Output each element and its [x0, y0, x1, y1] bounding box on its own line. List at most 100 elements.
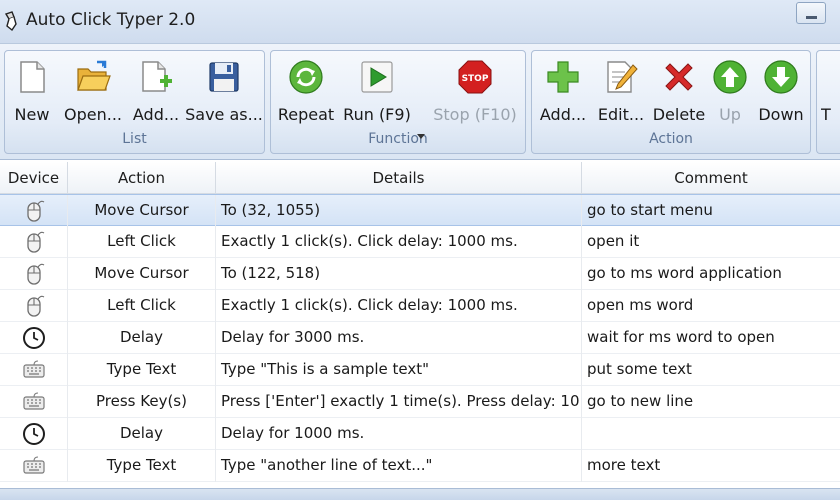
table-header: Device Action Details Comment [0, 162, 840, 194]
stop-sign-icon: STOP [458, 60, 492, 94]
device-cell [0, 354, 68, 386]
details-cell: Delay for 3000 ms. [216, 322, 582, 354]
arrow-up-icon [713, 60, 747, 94]
details-cell: Type "This is a sample text" [216, 354, 582, 386]
table-row[interactable]: Move Cursor To (122, 518) go to ms word … [0, 258, 840, 290]
save-as-button[interactable]: Save as... [185, 51, 263, 133]
table-row[interactable]: Type Text Type "another line of text..."… [0, 450, 840, 482]
mouse-icon [27, 263, 45, 285]
device-cell [0, 290, 68, 322]
device-cell [0, 322, 68, 354]
details-cell: Exactly 1 click(s). Click delay: 1000 ms… [216, 290, 582, 322]
open-folder-icon [77, 60, 111, 91]
run-button[interactable]: Run (F9) [341, 51, 413, 133]
details-cell: Delay for 1000 ms. [216, 418, 582, 450]
add-file-icon [142, 61, 172, 92]
new-file-icon [20, 61, 45, 93]
up-button[interactable]: Up [710, 51, 750, 133]
device-cell [0, 258, 68, 290]
svg-text:STOP: STOP [462, 74, 489, 84]
action-cell: Delay [68, 322, 216, 354]
device-cell [0, 418, 68, 450]
action-cell: Left Click [68, 290, 216, 322]
plus-icon [547, 61, 579, 93]
column-header-comment[interactable]: Comment [582, 162, 840, 194]
mouse-icon [27, 231, 45, 253]
details-cell: Press ['Enter'] exactly 1 time(s). Press… [216, 386, 582, 418]
stop-button[interactable]: STOP Stop (F10) [431, 51, 519, 133]
action-cell: Move Cursor [68, 195, 216, 227]
action-cell: Type Text [68, 354, 216, 386]
ribbon-toolbar: New Open... Add... Save as... List Repea… [0, 44, 840, 160]
table-row[interactable]: Delay Delay for 1000 ms. [0, 418, 840, 450]
window-title: Auto Click Typer 2.0 [26, 10, 196, 30]
partial-button[interactable]: T [821, 51, 840, 133]
device-cell [0, 450, 68, 482]
ribbon-group-partial: T [816, 50, 840, 154]
edit-action-button[interactable]: Edit... [594, 51, 648, 133]
run-dropdown-arrow[interactable] [417, 134, 425, 139]
group-label-function: Function [368, 131, 428, 147]
clock-icon [23, 423, 45, 445]
comment-cell: open it [587, 232, 640, 250]
delete-action-button[interactable]: Delete [650, 51, 708, 133]
group-label-list: List [122, 131, 147, 147]
app-icon [4, 11, 17, 32]
action-cell: Move Cursor [68, 258, 216, 290]
new-button[interactable]: New [7, 51, 57, 133]
column-header-action[interactable]: Action [68, 162, 216, 194]
add-list-button[interactable]: Add... [129, 51, 183, 133]
details-cell: Type "another line of text..." [216, 450, 582, 482]
details-cell: To (32, 1055) [216, 195, 582, 227]
details-cell: To (122, 518) [216, 258, 582, 290]
table-row[interactable]: Delay Delay for 3000 ms. wait for ms wor… [0, 322, 840, 354]
column-header-details[interactable]: Details [216, 162, 582, 194]
repeat-button[interactable]: Repeat [273, 51, 339, 133]
comment-cell: go to start menu [587, 201, 713, 219]
comment-cell: go to ms word application [587, 264, 782, 282]
comment-cell: put some text [587, 360, 692, 378]
group-label-action: Action [649, 131, 693, 147]
minimize-button[interactable] [796, 2, 826, 24]
ribbon-group-list: New Open... Add... Save as... List [4, 50, 265, 154]
column-header-device[interactable]: Device [0, 162, 68, 194]
device-cell [0, 386, 68, 418]
device-cell [0, 195, 68, 227]
table-row[interactable]: Left Click Exactly 1 click(s). Click del… [0, 290, 840, 322]
action-table: Device Action Details Comment Move Curso… [0, 162, 840, 488]
down-button[interactable]: Down [754, 51, 808, 133]
clock-icon [23, 327, 45, 349]
action-cell: Type Text [68, 450, 216, 482]
action-cell: Delay [68, 418, 216, 450]
ribbon-group-action: Add... Edit... Delete Up Down Action [531, 50, 811, 154]
action-cell: Left Click [68, 226, 216, 258]
mouse-icon [27, 295, 45, 317]
title-bar: Auto Click Typer 2.0 [0, 0, 840, 44]
table-row[interactable]: Press Key(s) Press ['Enter'] exactly 1 t… [0, 386, 840, 418]
add-action-button[interactable]: Add... [534, 51, 592, 133]
keyboard-icon [23, 392, 45, 410]
comment-cell: go to new line [587, 392, 694, 410]
arrow-down-icon [764, 60, 798, 94]
keyboard-icon [23, 360, 45, 378]
open-button[interactable]: Open... [60, 51, 126, 133]
action-cell: Press Key(s) [68, 386, 216, 418]
comment-cell: wait for ms word to open [587, 328, 775, 346]
table-row[interactable]: Left Click Exactly 1 click(s). Click del… [0, 226, 840, 258]
table-row[interactable]: Type Text Type "This is a sample text" p… [0, 354, 840, 386]
ribbon-group-function: Repeat Run (F9) STOP Stop (F10) Function [270, 50, 526, 154]
status-strip [0, 488, 840, 500]
device-cell [0, 226, 68, 258]
mouse-icon [27, 200, 45, 222]
floppy-disk-icon [209, 62, 239, 92]
repeat-icon [289, 60, 323, 94]
comment-cell: open ms word [587, 296, 694, 314]
edit-icon [607, 61, 638, 93]
play-icon [361, 61, 393, 93]
details-cell: Exactly 1 click(s). Click delay: 1000 ms… [216, 226, 582, 258]
table-row[interactable]: Move Cursor To (32, 1055) go to start me… [0, 194, 840, 227]
comment-cell: more text [587, 456, 661, 474]
delete-x-icon [665, 63, 693, 91]
keyboard-icon [23, 456, 45, 474]
comment-cell [582, 418, 840, 450]
